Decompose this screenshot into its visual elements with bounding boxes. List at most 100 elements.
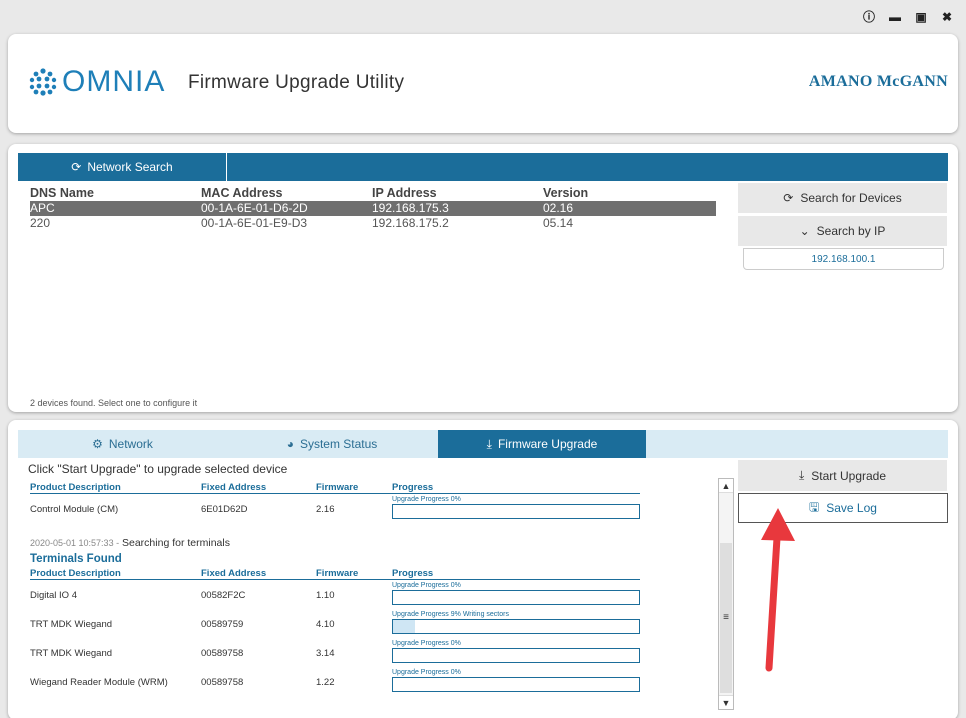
column-header: MAC Address bbox=[201, 186, 283, 200]
progress-bar bbox=[392, 590, 640, 605]
progress-bar bbox=[392, 619, 640, 634]
progress-label: Upgrade Progress 0% bbox=[392, 496, 461, 503]
terminals-title: Terminals Found bbox=[30, 553, 122, 565]
cell-mac: 00-1A-6E-01-E9-D3 bbox=[201, 216, 308, 230]
cell-firmware: 1.22 bbox=[316, 677, 335, 688]
progress: Upgrade Progress 0% bbox=[392, 639, 640, 663]
button-label: Search for Devices bbox=[800, 191, 902, 205]
firmware-list: Product Description Fixed Address Firmwa… bbox=[30, 480, 720, 718]
column-header: Product Description bbox=[30, 482, 121, 493]
tab-label: System Status bbox=[299, 437, 378, 451]
cell-firmware: 4.10 bbox=[316, 619, 335, 630]
progress: Upgrade Progress 9% Writing sectors bbox=[392, 610, 640, 634]
tab-network[interactable]: ⚙ Network bbox=[18, 430, 227, 458]
controller-row: Control Module (CM) 6E01D62D 2.16 Upgrad… bbox=[30, 494, 720, 523]
scroll-down-icon[interactable]: ▼ bbox=[719, 695, 733, 709]
tab-firmware-upgrade[interactable]: ⤓ Firmware Upgrade bbox=[438, 430, 646, 458]
tab-system-status[interactable]: ◕ System Status bbox=[227, 430, 437, 458]
progress-bar bbox=[392, 648, 640, 663]
minimize-icon[interactable]: ▬ bbox=[888, 10, 902, 24]
terminal-row: TRT MDK Wiegand 00589758 3.14 Upgrade Pr… bbox=[30, 638, 720, 667]
cell-address: 00589758 bbox=[201, 648, 244, 659]
tab-label: Firmware Upgrade bbox=[497, 437, 598, 451]
column-header: IP Address bbox=[372, 186, 437, 200]
cell-mac: 00-1A-6E-01-D6-2D bbox=[201, 201, 308, 215]
download-icon: ⤓ bbox=[486, 436, 492, 451]
ip-address-input[interactable] bbox=[743, 248, 944, 270]
column-header: Product Description bbox=[30, 568, 121, 579]
header-card: OMNIA Firmware Upgrade Utility AMANO McG… bbox=[8, 34, 958, 133]
app-title: Firmware Upgrade Utility bbox=[188, 72, 405, 93]
info-icon[interactable]: ⓘ bbox=[862, 10, 876, 24]
column-header: Fixed Address bbox=[201, 568, 267, 579]
table-row[interactable]: APC 00-1A-6E-01-D6-2D 192.168.175.3 02.1… bbox=[30, 201, 716, 216]
logo-text: OMNIA bbox=[62, 65, 166, 98]
cell-ip: 192.168.175.3 bbox=[372, 201, 449, 215]
download-icon: ⤓ bbox=[798, 468, 805, 482]
cell-firmware: 1.10 bbox=[316, 590, 335, 601]
column-header: Firmware bbox=[316, 568, 359, 579]
instruction-text: Click "Start Upgrade" to upgrade selecte… bbox=[28, 462, 288, 476]
cell-address: 00582F2C bbox=[201, 590, 246, 601]
button-label: Start Upgrade bbox=[811, 468, 887, 483]
cell-firmware: 2.16 bbox=[316, 504, 335, 515]
log-line: 2020-05-01 10:57:33 - Searching for term… bbox=[30, 523, 720, 551]
scroll-thumb[interactable]: ≡ bbox=[720, 543, 732, 693]
window-controls: ⓘ ▬ ▣ ✖ bbox=[862, 10, 954, 24]
cell-description: Digital IO 4 bbox=[30, 590, 77, 601]
refresh-icon: ⟳ bbox=[783, 191, 794, 205]
cell-dns: 220 bbox=[30, 216, 51, 230]
chevron-down-icon: ⌄ bbox=[799, 224, 810, 238]
column-header: Version bbox=[543, 186, 589, 200]
scroll-up-icon[interactable]: ▲ bbox=[719, 479, 733, 493]
close-icon[interactable]: ✖ bbox=[940, 10, 954, 24]
progress: Upgrade Progress 0% bbox=[392, 581, 640, 605]
progress-label: Upgrade Progress 0% bbox=[392, 669, 461, 676]
vertical-scrollbar[interactable]: ▲ ≡ ▼ bbox=[718, 478, 734, 710]
cell-version: 05.14 bbox=[543, 216, 574, 230]
progress-label: Upgrade Progress 9% Writing sectors bbox=[392, 611, 509, 618]
terminals-table-header: Product Description Fixed Address Firmwa… bbox=[30, 566, 720, 580]
floppy-disk-icon: 🖫 bbox=[809, 499, 820, 514]
terminal-row: TRT MDK Wiegand 00589759 4.10 Upgrade Pr… bbox=[30, 609, 720, 638]
cell-description: TRT MDK Wiegand bbox=[30, 648, 113, 659]
progress-fill bbox=[393, 620, 416, 633]
cell-firmware: 3.14 bbox=[316, 648, 335, 659]
progress: Upgrade Progress 0% bbox=[392, 495, 640, 519]
column-header: Firmware bbox=[316, 482, 359, 493]
status-text: 2 devices found. Select one to configure… bbox=[30, 398, 198, 408]
logo: OMNIA bbox=[28, 67, 165, 97]
table-header: DNS Name MAC Address IP Address Version bbox=[30, 186, 716, 201]
device-table: DNS Name MAC Address IP Address Version … bbox=[30, 186, 716, 231]
search-by-ip-button[interactable]: ⌄ Search by IP bbox=[738, 216, 947, 246]
cell-description: Wiegand Reader Module (WRM) bbox=[30, 677, 168, 688]
omnia-logo-icon bbox=[29, 68, 57, 96]
progress-bar bbox=[392, 677, 640, 692]
button-label: Search by IP bbox=[816, 224, 886, 238]
button-label: Save Log bbox=[826, 501, 877, 515]
cell-address: 6E01D62D bbox=[201, 504, 248, 515]
tab-network-search[interactable]: ⟳ Network Search bbox=[18, 153, 227, 181]
dashboard-icon: ◕ bbox=[286, 437, 294, 451]
search-for-devices-button[interactable]: ⟳ Search for Devices bbox=[738, 183, 947, 213]
terminal-row: Wiegand Reader Module (WRM) 00589758 1.2… bbox=[30, 667, 720, 696]
column-header: Progress bbox=[392, 482, 434, 493]
progress: Upgrade Progress 0% bbox=[392, 668, 640, 692]
maximize-icon[interactable]: ▣ bbox=[914, 10, 928, 24]
save-log-button[interactable]: 🖫 Save Log bbox=[738, 493, 948, 523]
tab-label: Network Search bbox=[87, 160, 173, 174]
upgrade-panel: ⚙ Network ◕ System Status ⤓ Firmware Upg… bbox=[8, 420, 958, 718]
brand-logo: AMANO McGANN bbox=[808, 73, 948, 90]
refresh-icon: ⟳ bbox=[71, 160, 82, 174]
tab-label: Network bbox=[108, 437, 153, 451]
cell-version: 02.16 bbox=[543, 201, 574, 215]
start-upgrade-button[interactable]: ⤓ Start Upgrade bbox=[738, 460, 947, 491]
cell-description: Control Module (CM) bbox=[30, 504, 119, 515]
cell-ip: 192.168.175.2 bbox=[372, 216, 449, 230]
gear-icon: ⚙ bbox=[92, 437, 103, 451]
table-row[interactable]: 220 00-1A-6E-01-E9-D3 192.168.175.2 05.1… bbox=[30, 216, 716, 231]
log-message: Searching for terminals bbox=[122, 537, 230, 549]
progress-label: Upgrade Progress 0% bbox=[392, 640, 461, 647]
column-header: Fixed Address bbox=[201, 482, 267, 493]
column-header: Progress bbox=[392, 568, 434, 579]
